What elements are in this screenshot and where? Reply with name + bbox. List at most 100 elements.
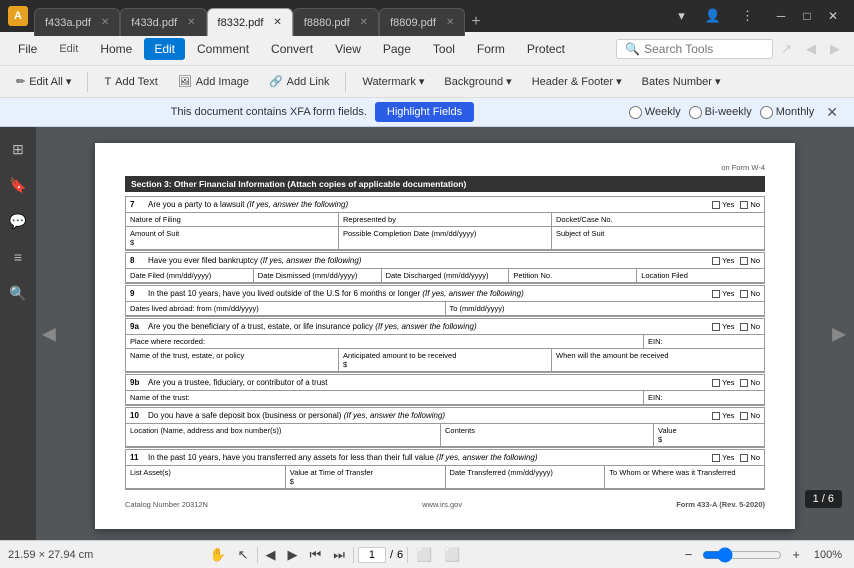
q11-no-cb[interactable]	[740, 454, 748, 462]
zoom-out-button[interactable]: −	[681, 545, 697, 564]
forward-button[interactable]: ▶	[824, 39, 846, 59]
weekly-radio[interactable]	[629, 106, 642, 119]
background-label: Background ▾	[444, 75, 511, 88]
close-button[interactable]: ✕	[820, 3, 846, 29]
zoom-slider[interactable]	[702, 547, 782, 563]
monthly-radio[interactable]	[760, 106, 773, 119]
hand-tool-button[interactable]: ✋	[205, 545, 229, 565]
menu-edit[interactable]: Edit	[144, 38, 185, 60]
profile-button[interactable]: 👤	[699, 6, 727, 26]
edit-all-button[interactable]: ✏ Edit All ▾	[8, 72, 79, 91]
tab-close-f8880[interactable]: ✕	[360, 17, 368, 28]
add-tab-button[interactable]: +	[465, 8, 486, 36]
add-link-button[interactable]: 🔗 Add Link	[261, 72, 338, 91]
q9a-trust-fields: Name of the trust, estate, or policy Ant…	[126, 349, 764, 372]
search-input[interactable]	[644, 42, 764, 56]
menu-form[interactable]: Form	[467, 38, 515, 60]
page-number-input[interactable]	[358, 547, 386, 563]
bookmarks-icon[interactable]: 🔖	[4, 171, 32, 199]
maximize-button[interactable]: □	[794, 3, 820, 29]
next-page-arrow[interactable]: ▶	[832, 323, 846, 344]
biweekly-option[interactable]: Bi-weekly	[689, 106, 752, 119]
menu-button[interactable]: ⋮	[735, 6, 760, 26]
search-box[interactable]: 🔍	[616, 39, 773, 59]
edit-all-icon: ✏	[16, 75, 25, 88]
search-panel-icon[interactable]: 🔍	[4, 279, 32, 307]
docket-case-cell: Docket/Case No.	[552, 213, 764, 226]
tab-close-f433a[interactable]: ✕	[101, 17, 109, 28]
ein-cell: EIN:	[644, 335, 764, 348]
prev-page-button[interactable]: ◀	[262, 545, 280, 565]
thumbnails-icon[interactable]: ⊞	[4, 135, 32, 163]
fit-width-button[interactable]: ⬜	[440, 545, 464, 565]
menu-convert[interactable]: Convert	[261, 38, 323, 60]
zoom-in-button[interactable]: +	[788, 545, 804, 564]
q9a-no-cb[interactable]	[740, 323, 748, 331]
next-page-button[interactable]: ▶	[284, 545, 302, 565]
q10-no-cb[interactable]	[740, 412, 748, 420]
q9a-yes-cb[interactable]	[712, 323, 720, 331]
nav-separator-2	[353, 547, 354, 563]
menu-protect[interactable]: Protect	[517, 38, 575, 60]
fields-panel-icon[interactable]: ≡	[4, 243, 32, 271]
q8-yes-cb[interactable]	[712, 257, 720, 265]
prev-page-arrow[interactable]: ◀	[42, 323, 56, 344]
background-button[interactable]: Background ▾	[436, 72, 519, 91]
tab-close-f8332[interactable]: ✕	[273, 17, 281, 28]
comments-panel-icon[interactable]: 💬	[4, 207, 32, 235]
biweekly-radio[interactable]	[689, 106, 702, 119]
minimize-button[interactable]: ─	[768, 3, 794, 29]
notification-close-button[interactable]: ✕	[826, 104, 838, 121]
tabs-container: f433a.pdf ✕ f433d.pdf ✕ f8332.pdf ✕ f888…	[34, 0, 487, 32]
select-tool-button[interactable]: ↖	[234, 545, 253, 565]
menu-edit-left[interactable]: Edit	[49, 39, 88, 59]
q9-yes-cb[interactable]	[712, 290, 720, 298]
tab-close-f433d[interactable]: ✕	[187, 17, 195, 28]
watermark-button[interactable]: Watermark ▾	[354, 72, 432, 91]
trust-name-cell: Name of the trust, estate, or policy	[126, 349, 339, 371]
q8-no-cb[interactable]	[740, 257, 748, 265]
q7-yes-cb[interactable]	[712, 201, 720, 209]
menu-comment[interactable]: Comment	[187, 38, 259, 60]
highlight-fields-button[interactable]: Highlight Fields	[375, 102, 474, 122]
q9a-yes-no: Yes No	[712, 322, 760, 331]
tab-close-f8809[interactable]: ✕	[446, 17, 454, 28]
q7-num: 7	[130, 200, 144, 209]
monthly-option[interactable]: Monthly	[760, 106, 815, 119]
menu-tool[interactable]: Tool	[423, 38, 465, 60]
q11-yes-cb[interactable]	[712, 454, 720, 462]
weekly-option[interactable]: Weekly	[629, 106, 681, 119]
menu-file[interactable]: File	[8, 38, 47, 60]
toolbar: ✏ Edit All ▾ T Add Text 🖼 Add Image 🔗 Ad…	[0, 66, 854, 98]
first-page-button[interactable]: ⏮	[306, 545, 326, 565]
q8-num: 8	[130, 256, 144, 265]
tab-f433d[interactable]: f433d.pdf ✕	[120, 8, 206, 36]
bates-number-button[interactable]: Bates Number ▾	[634, 72, 729, 91]
add-image-button[interactable]: 🖼 Add Image	[170, 72, 257, 91]
tab-f8809[interactable]: f8809.pdf ✕	[379, 8, 465, 36]
pdf-viewer[interactable]: on Form W-4 Section 3: Other Financial I…	[36, 127, 854, 540]
tab-list-button[interactable]: ▾	[672, 6, 691, 26]
place-recorded-cell: Place where recorded:	[126, 335, 644, 348]
q9-no-cb[interactable]	[740, 290, 748, 298]
q7-no-cb[interactable]	[740, 201, 748, 209]
back-button[interactable]: ◀	[800, 39, 822, 59]
header-footer-button[interactable]: Header & Footer ▾	[524, 72, 630, 91]
menu-home[interactable]: Home	[90, 38, 142, 60]
q9b-yes-no: Yes No	[712, 378, 760, 387]
last-page-button[interactable]: ⏭	[329, 545, 349, 565]
menu-view[interactable]: View	[325, 38, 371, 60]
q11-yes-no: Yes No	[712, 453, 760, 462]
open-external-button[interactable]: ↗	[775, 39, 798, 59]
title-bar-left: A f433a.pdf ✕ f433d.pdf ✕ f8332.pdf ✕ f8…	[8, 0, 668, 32]
q9b-num: 9b	[130, 378, 144, 387]
fit-page-button[interactable]: ⬜	[412, 545, 436, 565]
q9b-no-cb[interactable]	[740, 379, 748, 387]
q9b-yes-cb[interactable]	[712, 379, 720, 387]
tab-f8880[interactable]: f8880.pdf ✕	[293, 8, 379, 36]
q10-yes-cb[interactable]	[712, 412, 720, 420]
menu-page[interactable]: Page	[373, 38, 421, 60]
tab-f433a[interactable]: f433a.pdf ✕	[34, 8, 120, 36]
add-text-button[interactable]: T Add Text	[96, 73, 165, 91]
tab-f8332[interactable]: f8332.pdf ✕	[207, 8, 293, 36]
